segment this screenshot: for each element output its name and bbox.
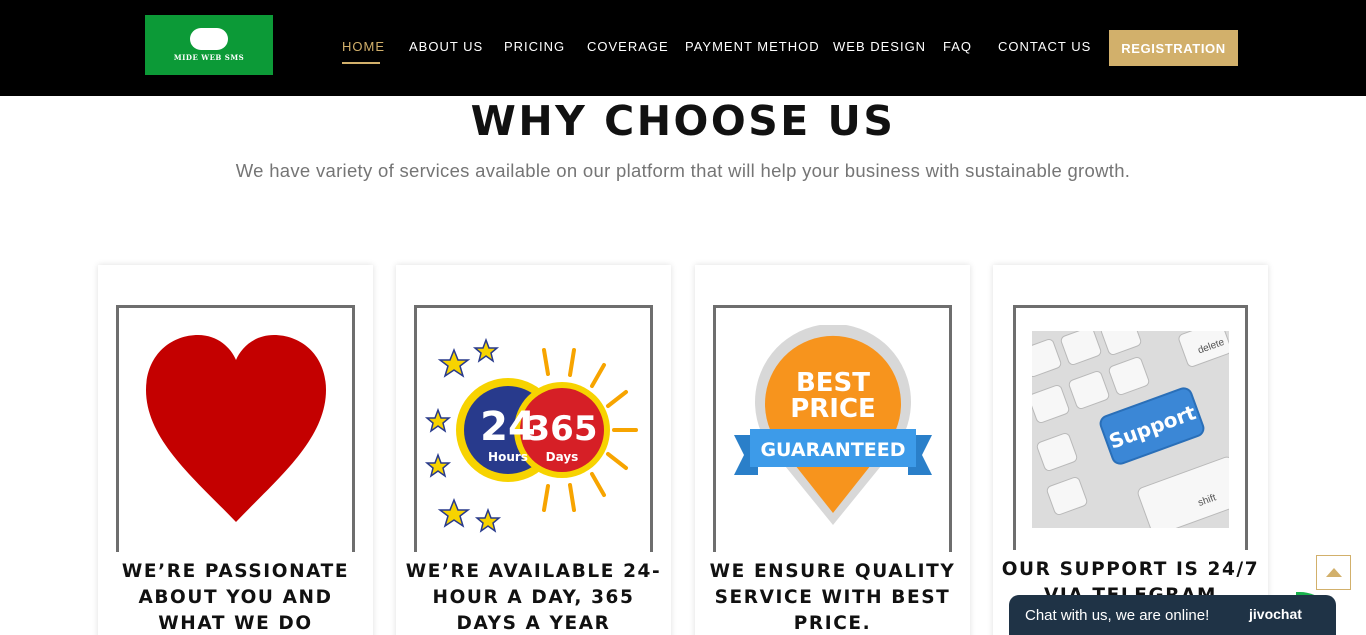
arrow-up-icon	[1325, 568, 1342, 577]
nav-item-pricing[interactable]: PRICING	[504, 38, 565, 56]
feature-card-quality: BEST PRICE GUARANTEED WE ENSURE QUALITY …	[695, 265, 970, 635]
nav-item-coverage[interactable]: COVERAGE	[587, 38, 669, 56]
card-image-frame	[116, 305, 355, 552]
nav-item-home[interactable]: HOME	[342, 38, 385, 56]
section-title: WHY CHOOSE US	[470, 97, 896, 145]
svg-text:Days: Days	[545, 450, 578, 464]
feature-card-availability: 24 Hours 365 Days WE’RE AVAILABLE 24-HOU…	[396, 265, 671, 635]
nav-item-contact-us[interactable]: CONTACT US	[998, 38, 1091, 56]
active-nav-underline	[342, 62, 380, 64]
best-price-badge-icon: BEST PRICE GUARANTEED	[733, 325, 932, 525]
top-navbar: MIDE WEB SMS HOME ABOUT US PRICING COVER…	[0, 0, 1366, 96]
live-chat-widget[interactable]: Chat with us, we are online! jivochat	[1009, 595, 1336, 635]
nav-item-faq[interactable]: FAQ	[943, 38, 972, 56]
registration-button[interactable]: REGISTRATION	[1109, 30, 1238, 66]
card-heading: WE’RE AVAILABLE 24-HOUR A DAY, 365 DAYS …	[405, 561, 662, 634]
jivochat-logo: jivochat	[1249, 606, 1302, 622]
svg-text:Hours: Hours	[488, 450, 528, 464]
support-keyboard-icon: Support delete shift	[1032, 330, 1229, 528]
clock-24-365-icon: 24 Hours 365 Days	[424, 337, 638, 533]
feature-card-passionate: WE’RE PASSIONATE ABOUT YOU AND WHAT WE D…	[98, 265, 373, 635]
card-image-frame: BEST PRICE GUARANTEED	[713, 305, 952, 552]
nav-item-payment-method[interactable]: PAYMENT METHOD	[685, 38, 820, 56]
card-image-frame: 24 Hours 365 Days	[414, 305, 653, 552]
nav-item-web-design[interactable]: WEB DESIGN	[833, 38, 926, 56]
svg-text:PRICE: PRICE	[790, 394, 876, 424]
nav-item-about-us[interactable]: ABOUT US	[409, 38, 483, 56]
section-subtitle: We have variety of services available on…	[235, 160, 1131, 181]
svg-text:365: 365	[526, 409, 597, 449]
scroll-to-top-button[interactable]	[1316, 555, 1351, 590]
card-image-frame: Support delete shift	[1013, 305, 1248, 550]
card-heading: WE ENSURE QUALITY SERVICE WITH BEST PRIC…	[709, 561, 956, 634]
heart-icon	[145, 335, 326, 522]
feature-card-support: Support delete shift OUR SUPPORT IS 24/7…	[993, 265, 1268, 635]
svg-text:GUARANTEED: GUARANTEED	[760, 439, 905, 461]
card-heading: WE’RE PASSIONATE ABOUT YOU AND WHAT WE D…	[121, 561, 350, 634]
chat-widget-label: Chat with us, we are online!	[1025, 607, 1210, 624]
